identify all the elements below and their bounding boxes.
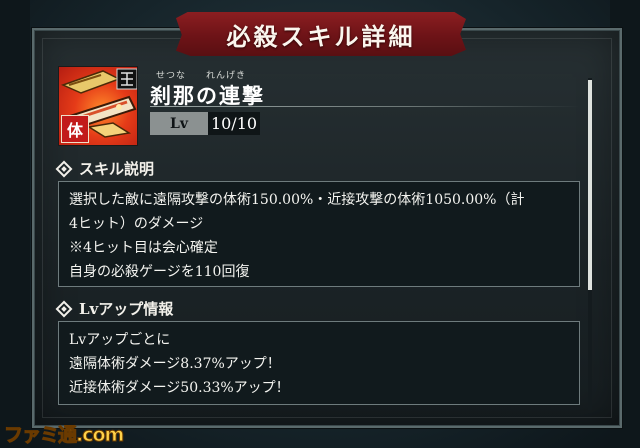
levelup-line: 近接体術ダメージ50.33%アップ！	[69, 380, 290, 396]
diamond-icon	[55, 300, 73, 317]
levelup-line: 遠隔体術ダメージ8.37%アップ！	[69, 356, 281, 372]
diamond-icon	[55, 160, 73, 177]
description-heading: スキル説明	[55, 158, 155, 179]
description-box: 選択した敵に遠隔攻撃の体術150.00%・近接攻撃の体術1050.00%（計 4…	[58, 181, 580, 287]
description-line: 選択した敵に遠隔攻撃の体術150.00%・近接攻撃の体術1050.00%（計	[69, 192, 525, 208]
level-indicator: Lv 10/10	[150, 112, 260, 135]
left-side-strip	[0, 0, 30, 448]
skill-icon: 体	[58, 66, 138, 146]
levelup-heading: Lvアップ情報	[55, 298, 174, 319]
attribute-badge: 体	[61, 115, 89, 143]
level-max: 10	[236, 114, 258, 133]
level-label: Lv	[150, 112, 208, 135]
levelup-box: Lvアップごとに 遠隔体術ダメージ8.37%アップ！ 近接体術ダメージ50.33…	[58, 321, 580, 405]
description-line: 4ヒット）のダメージ	[69, 216, 204, 232]
level-value: 10/10	[208, 112, 260, 135]
scrollbar-thumb[interactable]	[588, 80, 592, 290]
level-current: 10	[210, 114, 232, 133]
skill-name-underline	[150, 106, 580, 107]
levelup-line: Lvアップごとに	[69, 332, 171, 348]
description-heading-text: スキル説明	[79, 160, 155, 178]
description-line: ※4ヒット目は会心確定	[69, 240, 218, 256]
dialog-title-banner: 必殺スキル詳細	[176, 12, 466, 56]
description-line: 自身の必殺ゲージを110回復	[69, 264, 250, 280]
dialog-title: 必殺スキル詳細	[226, 21, 416, 51]
watermark-logo: ファミ通.com	[3, 424, 124, 447]
levelup-heading-text: Lvアップ情報	[79, 300, 174, 318]
